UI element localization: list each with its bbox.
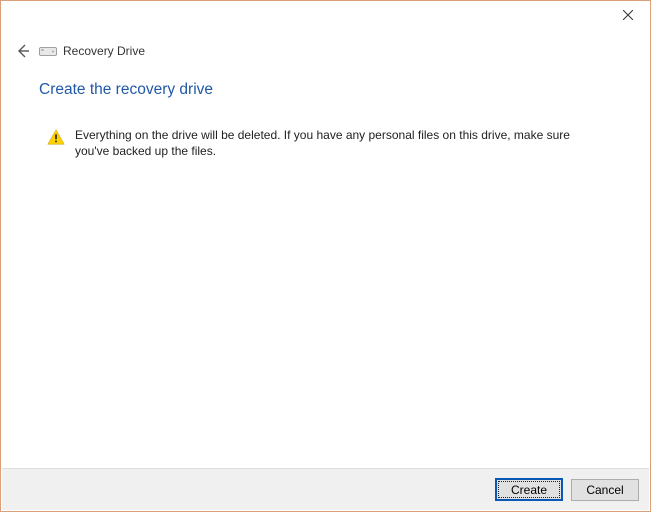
drive-icon — [39, 44, 57, 58]
header-row: Recovery Drive — [13, 39, 638, 63]
warning-icon — [47, 128, 65, 146]
back-button[interactable] — [13, 41, 33, 61]
window-title: Recovery Drive — [63, 44, 145, 58]
wizard-window: Recovery Drive Create the recovery drive… — [0, 0, 651, 512]
content-area: Create the recovery drive Everything on … — [39, 81, 620, 159]
page-title: Create the recovery drive — [39, 81, 620, 99]
close-icon — [623, 10, 633, 20]
cancel-button[interactable]: Cancel — [571, 479, 639, 501]
titlebar — [1, 1, 650, 31]
create-button[interactable]: Create — [495, 478, 563, 501]
close-button[interactable] — [605, 1, 650, 29]
footer: Create Cancel — [2, 468, 649, 510]
back-arrow-icon — [15, 43, 31, 59]
warning-row: Everything on the drive will be deleted.… — [47, 127, 620, 159]
warning-text: Everything on the drive will be deleted.… — [75, 127, 605, 159]
